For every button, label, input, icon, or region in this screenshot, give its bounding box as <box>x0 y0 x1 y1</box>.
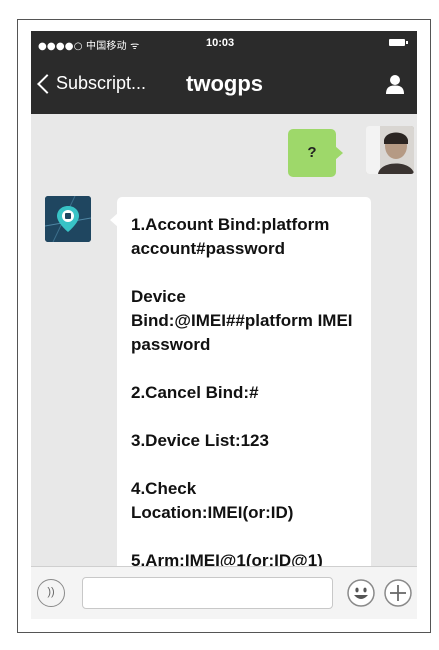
gps-logo-icon <box>45 196 91 242</box>
status-time: 10:03 <box>206 37 235 49</box>
chat-area[interactable]: ? 1.Account Bind:platform account#passwo… <box>31 114 417 566</box>
message-line: 2.Cancel Bind:# <box>131 383 259 402</box>
screenshot-frame: ●●●●○ 中国移动 ᯤ 10:03 Subscript... twogps ? <box>17 19 431 633</box>
user-avatar-image <box>366 126 414 174</box>
message-line: 3.Device List:123 <box>131 431 269 450</box>
chat-title: twogps <box>186 71 263 96</box>
input-bar: )) <box>31 566 417 619</box>
twogps-avatar[interactable] <box>45 196 91 242</box>
message-line: 5.Arm:IMEI@1(or:ID@1) <box>131 551 323 566</box>
message-line: Device Bind:@IMEI##platform IMEI passwor… <box>131 287 353 354</box>
back-label: Subscript... <box>56 73 147 93</box>
outgoing-message-bubble[interactable]: ? <box>288 129 343 177</box>
carrier-signal: ●●●●○ 中国移动 ᯤ <box>38 41 140 52</box>
sound-wave-icon: )) <box>47 586 55 598</box>
back-button[interactable]: Subscript... <box>37 73 147 94</box>
status-bar: ●●●●○ 中国移动 ᯤ 10:03 <box>31 31 417 55</box>
voice-input-button[interactable]: )) <box>37 579 65 607</box>
emoji-icon[interactable] <box>346 578 376 608</box>
message-line: 1.Account Bind:platform account#password <box>131 215 330 258</box>
person-icon[interactable] <box>385 74 405 94</box>
message-input[interactable] <box>82 577 333 609</box>
top-bar: ●●●●○ 中国移动 ᯤ 10:03 Subscript... twogps <box>31 31 417 114</box>
chevron-left-icon <box>37 74 57 94</box>
navigation-bar: Subscript... twogps <box>31 61 417 111</box>
phone-screen: ●●●●○ 中国移动 ᯤ 10:03 Subscript... twogps ? <box>31 31 417 619</box>
incoming-message-bubble[interactable]: 1.Account Bind:platform account#password… <box>110 197 371 566</box>
message-line: 4.Check Location:IMEI(or:ID) <box>131 479 294 522</box>
battery-icon <box>389 39 408 46</box>
plus-icon[interactable] <box>383 578 413 608</box>
user-avatar[interactable] <box>366 126 414 174</box>
